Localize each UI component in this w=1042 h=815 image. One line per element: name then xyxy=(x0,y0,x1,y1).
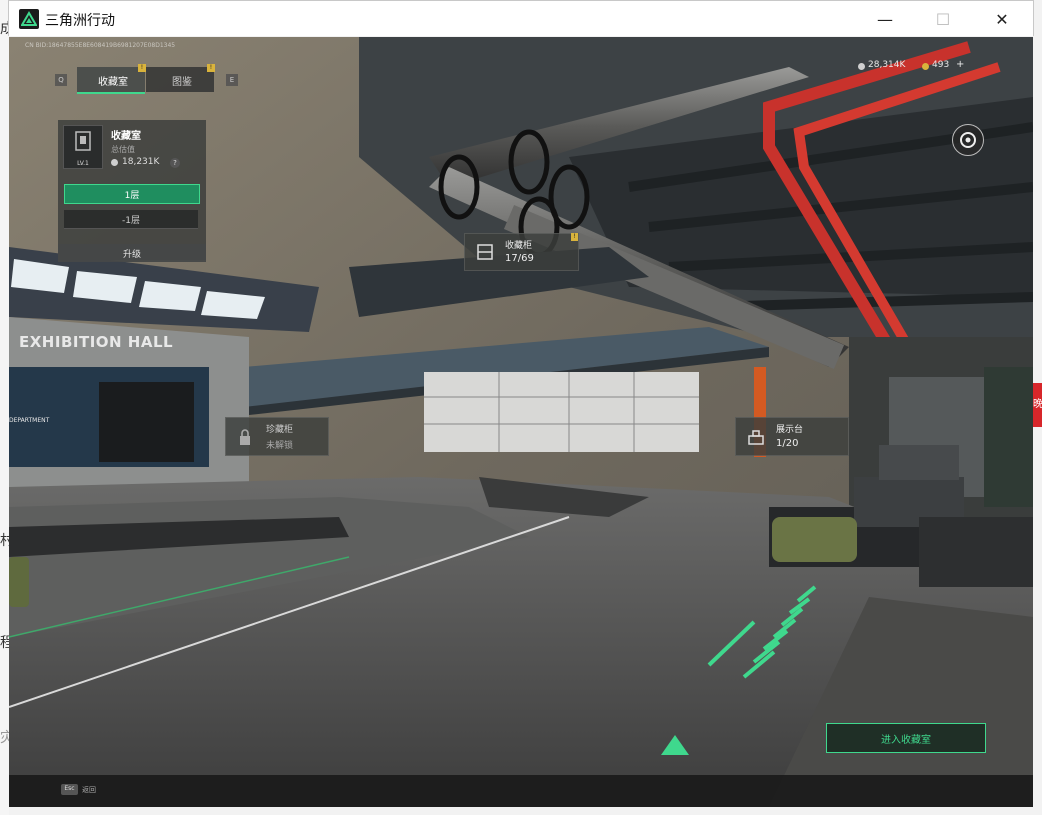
room-name: 收藏室 xyxy=(111,131,141,142)
enter-collection-room-button[interactable]: 进入收藏室 xyxy=(826,723,986,753)
room-thumbnail: LV.1 xyxy=(63,125,103,169)
lock-icon xyxy=(240,429,250,445)
currency-bar: 28,314K 493 + xyxy=(839,55,989,79)
tab-next-key[interactable]: E xyxy=(226,74,238,86)
coin-balance: 28,314K xyxy=(868,60,906,70)
tab-collection-room[interactable]: 收藏室 ! xyxy=(77,64,146,94)
floor-1-label: 1层 xyxy=(124,191,140,201)
minimize-icon: — xyxy=(877,9,893,29)
tab-label: 图鉴 xyxy=(172,77,192,88)
wall-sign: DEPARTMENT xyxy=(9,417,50,424)
back-label: 返回 xyxy=(82,786,96,794)
cabinet-icon xyxy=(477,244,493,260)
title-bar: 三角洲行动 — ☐ ✕ xyxy=(8,0,1034,36)
floor-1-button[interactable]: 1层 xyxy=(64,184,200,204)
desktop-right-badge: 晚 xyxy=(1033,383,1042,427)
alert-icon: ! xyxy=(138,64,146,72)
camera-icon xyxy=(960,132,976,148)
room-value-label: 总估值 xyxy=(111,145,135,154)
tag-status: 未解锁 xyxy=(266,441,294,451)
maximize-icon: ☐ xyxy=(935,9,951,29)
tab-prev-key[interactable]: Q xyxy=(55,74,67,86)
add-currency-button[interactable]: + xyxy=(956,59,964,70)
enter-label: 进入收藏室 xyxy=(881,735,931,746)
room-level: LV.1 xyxy=(77,160,89,167)
maximize-button[interactable]: ☐ xyxy=(920,1,966,37)
tag-title: 收藏柜 xyxy=(505,241,533,251)
trophy-icon xyxy=(75,131,91,151)
close-button[interactable]: ✕ xyxy=(979,1,1025,37)
view-toggle-button[interactable] xyxy=(952,124,984,156)
window-title: 三角洲行动 xyxy=(45,13,115,29)
minimize-button[interactable]: — xyxy=(862,1,908,37)
tab-codex[interactable]: 图鉴 ! xyxy=(146,64,215,92)
floor-minus1-label: -1层 xyxy=(122,216,140,226)
game-viewport[interactable]: EXHIBITION HALL DEPARTMENT CN BID:186478… xyxy=(9,37,1033,807)
upgrade-button[interactable]: 升级 xyxy=(58,244,206,262)
upgrade-label: 升级 xyxy=(122,250,141,260)
tag-title: 展示台 xyxy=(776,425,804,435)
tab-next-key-label: E xyxy=(229,76,235,84)
coin-icon xyxy=(111,159,118,166)
room-value: 18,231K xyxy=(122,157,160,167)
tag-count: 1/20 xyxy=(776,438,799,449)
alert-icon: ! xyxy=(207,64,215,72)
tag-count: 17/69 xyxy=(505,253,534,264)
tab-label: 收藏室 xyxy=(98,77,128,88)
tag-title: 珍藏柜 xyxy=(266,425,294,435)
room-panel: LV.1 收藏室 总估值 18,231K ? 1层 -1层 xyxy=(58,120,206,260)
display-stand-icon xyxy=(748,430,764,445)
hall-sign: EXHIBITION HALL xyxy=(19,333,174,351)
coin-icon xyxy=(858,63,865,70)
vault-cabinet-tag[interactable]: 珍藏柜 未解锁 xyxy=(225,417,329,456)
badge-text: 晚 xyxy=(1033,399,1042,410)
app-window: 成 村 程 灾 三角洲行动 — ☐ ✕ EXHIBITION HALL DEPA… xyxy=(0,0,1042,815)
display-stand-tag[interactable]: 展示台 1/20 xyxy=(735,417,849,456)
ticket-balance: 493 xyxy=(932,60,950,70)
esc-key-hint[interactable]: Esc xyxy=(61,784,78,795)
build-id: CN BID:18647855E8E608419B6981207E08D1345 xyxy=(25,42,176,49)
floor-minus1-button[interactable]: -1层 xyxy=(64,210,198,229)
app-logo-icon xyxy=(19,9,39,29)
alert-icon: ! xyxy=(571,233,578,241)
close-icon: ✕ xyxy=(995,9,1009,29)
desktop-left-strip: 成 村 程 灾 xyxy=(0,0,14,815)
esc-key-label: Esc xyxy=(64,785,75,792)
collection-cabinet-tag[interactable]: 收藏柜 17/69 ! xyxy=(464,233,579,271)
tab-prev-key-label: Q xyxy=(58,76,64,84)
ticket-icon xyxy=(922,63,929,70)
help-icon[interactable]: ? xyxy=(170,158,180,168)
